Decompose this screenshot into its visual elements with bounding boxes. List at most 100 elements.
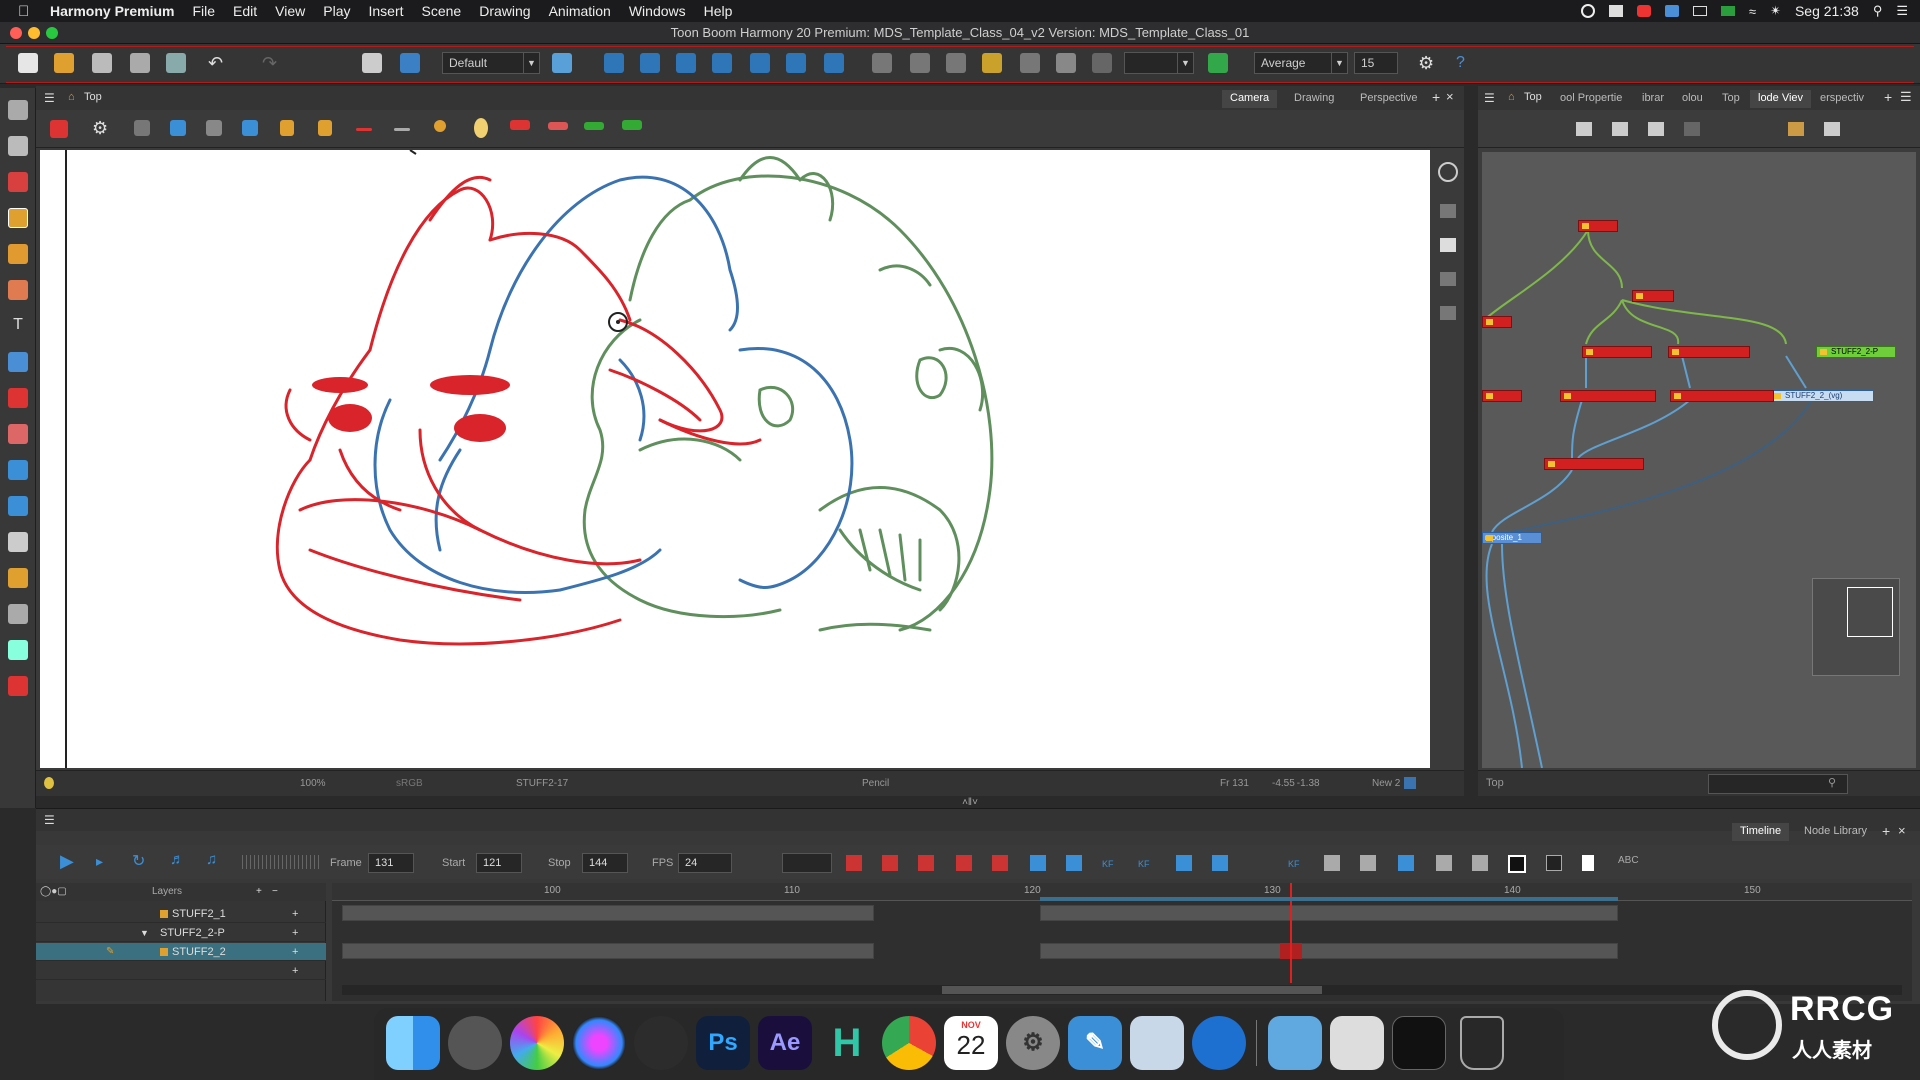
redo-icon[interactable]: ↷	[262, 53, 282, 73]
go-to-keyframe-icon[interactable]: KF	[1288, 859, 1300, 869]
node-composite[interactable]: mposite_1	[1482, 532, 1542, 544]
play-icon[interactable]: ▶	[60, 851, 74, 872]
tab-colour[interactable]: olou	[1674, 90, 1711, 108]
add-view-icon[interactable]: +	[1432, 89, 1440, 105]
hold-icon[interactable]	[1398, 855, 1414, 871]
node-2[interactable]	[1482, 316, 1512, 328]
panel-menu-icon[interactable]: ☰	[44, 91, 55, 105]
rectangle-tool-icon[interactable]	[8, 352, 28, 372]
screenshot-icon[interactable]	[1330, 1016, 1384, 1070]
gear-icon[interactable]: ⚙	[92, 118, 112, 138]
close-view-icon[interactable]: ×	[1898, 823, 1906, 838]
interpolation-select[interactable]	[782, 853, 832, 873]
align-icon[interactable]	[910, 53, 930, 73]
node-stuff2-2-p[interactable]: STUFF2_2-P	[1816, 346, 1896, 358]
panel-menu-icon[interactable]: ☰	[1484, 91, 1495, 105]
node-3[interactable]	[1582, 346, 1652, 358]
onion-red-icon[interactable]	[510, 120, 530, 130]
close-view-icon[interactable]: ×	[1446, 89, 1454, 104]
lock-selected-icon[interactable]	[318, 120, 332, 136]
eyedropper-tool-icon[interactable]	[8, 424, 28, 444]
hand-tool-icon[interactable]	[8, 532, 28, 552]
lock-icon[interactable]	[280, 120, 294, 136]
add-node-icon[interactable]	[1576, 122, 1592, 136]
photos-icon[interactable]	[510, 1016, 564, 1070]
save-icon[interactable]	[92, 53, 112, 73]
node-graph-canvas[interactable]: STUFF2_2-P STUFF2_2_(vg) mposite_1	[1482, 152, 1916, 768]
expand-icon[interactable]: ▼	[140, 924, 149, 942]
menu-scene[interactable]: Scene	[422, 3, 462, 19]
menu-edit[interactable]: Edit	[233, 3, 257, 19]
node-palette-icon[interactable]	[1788, 122, 1804, 136]
stroke-icon[interactable]	[1056, 53, 1076, 73]
add-peg-icon[interactable]	[1612, 122, 1628, 136]
smoothing-select[interactable]: Average ▼	[1254, 52, 1348, 74]
menu-drawing[interactable]: Drawing	[479, 3, 530, 19]
sync-icon[interactable]	[1472, 855, 1488, 871]
frame-track[interactable]	[1040, 905, 1618, 921]
home-icon[interactable]: ⌂	[1508, 91, 1515, 103]
search-icon[interactable]: ⚲	[1828, 776, 1836, 789]
search-icon[interactable]: ⚲	[1873, 3, 1883, 19]
scrollbar-thumb[interactable]	[942, 986, 1322, 994]
menu-insert[interactable]: Insert	[369, 3, 404, 19]
node-0[interactable]	[1578, 220, 1618, 232]
playback-range[interactable]	[1040, 897, 1618, 901]
start-field[interactable]: 121	[476, 853, 522, 873]
safe-area-icon[interactable]	[170, 120, 186, 136]
play-selection-icon[interactable]: ▸	[96, 853, 103, 870]
node-stuff2-2-vg[interactable]: STUFF2_2_(vg)	[1770, 390, 1874, 402]
frame-track[interactable]	[342, 905, 874, 921]
timeline-scrollbar[interactable]	[342, 985, 1902, 995]
layer-stack-active-icon[interactable]	[1440, 238, 1456, 252]
copy-frames-icon[interactable]	[1030, 855, 1046, 871]
flip-icon[interactable]	[872, 53, 892, 73]
decrease-exposure-icon[interactable]	[1212, 855, 1228, 871]
stop-field[interactable]: 144	[582, 853, 628, 873]
maintain-size-icon[interactable]	[750, 53, 770, 73]
node-search-input[interactable]	[1708, 774, 1848, 794]
preview-icon[interactable]	[1130, 1016, 1184, 1070]
paste-frames-icon[interactable]	[1066, 855, 1082, 871]
flip-view-icon[interactable]	[242, 120, 258, 136]
timeline-frames[interactable]: 100 110 120 130 140 150	[332, 883, 1912, 1001]
chrome-icon[interactable]	[882, 1016, 936, 1070]
zoom-tool-icon[interactable]	[8, 676, 28, 696]
brush-size-field[interactable]: 15	[1354, 52, 1398, 74]
node-dim-icon[interactable]	[1684, 122, 1700, 136]
tab-perspective[interactable]: erspectiv	[1812, 90, 1872, 108]
black-frame-icon[interactable]	[1508, 855, 1526, 873]
home-icon[interactable]: ⌂	[68, 91, 75, 103]
eraser-tool-icon[interactable]	[8, 280, 28, 300]
splitter-handle[interactable]: ˄‖˅	[948, 798, 992, 808]
terminal-icon[interactable]	[1392, 1016, 1446, 1070]
add-keyframe-icon[interactable]: KF	[1102, 859, 1114, 869]
node-6[interactable]	[1482, 390, 1522, 402]
ease-in-icon[interactable]	[846, 855, 862, 871]
light-icon[interactable]	[44, 777, 54, 789]
frame-field[interactable]: 131	[368, 853, 414, 873]
layer-stack-2-icon[interactable]	[1440, 272, 1456, 286]
menu-file[interactable]: File	[192, 3, 215, 19]
panel-menu-icon[interactable]: ☰	[44, 813, 55, 827]
frame-track[interactable]	[1040, 943, 1618, 959]
transform-icon[interactable]	[824, 53, 844, 73]
paint-tool-icon[interactable]	[8, 244, 28, 264]
gear-icon[interactable]: ⚙	[1418, 53, 1438, 73]
apple-icon[interactable]: 	[18, 3, 36, 20]
rigging-tool-icon[interactable]	[8, 568, 28, 588]
onion-skin-icon[interactable]	[1092, 53, 1112, 73]
after-effects-icon[interactable]: Ae	[758, 1016, 812, 1070]
tab-timeline[interactable]: Timeline	[1732, 823, 1790, 841]
grid-snap-icon[interactable]	[1020, 53, 1040, 73]
photoshop-icon[interactable]: Ps	[696, 1016, 750, 1070]
node-10[interactable]	[1544, 458, 1644, 470]
calendar-icon[interactable]: NOV 22	[944, 1016, 998, 1070]
bounding-box-icon[interactable]	[982, 53, 1002, 73]
davinci-icon[interactable]	[634, 1016, 688, 1070]
stop-motion-icon[interactable]	[956, 855, 972, 871]
tab-node-view[interactable]: lode Viev	[1750, 90, 1812, 108]
tab-library[interactable]: ibrar	[1634, 90, 1672, 108]
spline-offset-icon[interactable]	[786, 53, 806, 73]
color-space-select[interactable]: sRGB	[396, 778, 423, 789]
